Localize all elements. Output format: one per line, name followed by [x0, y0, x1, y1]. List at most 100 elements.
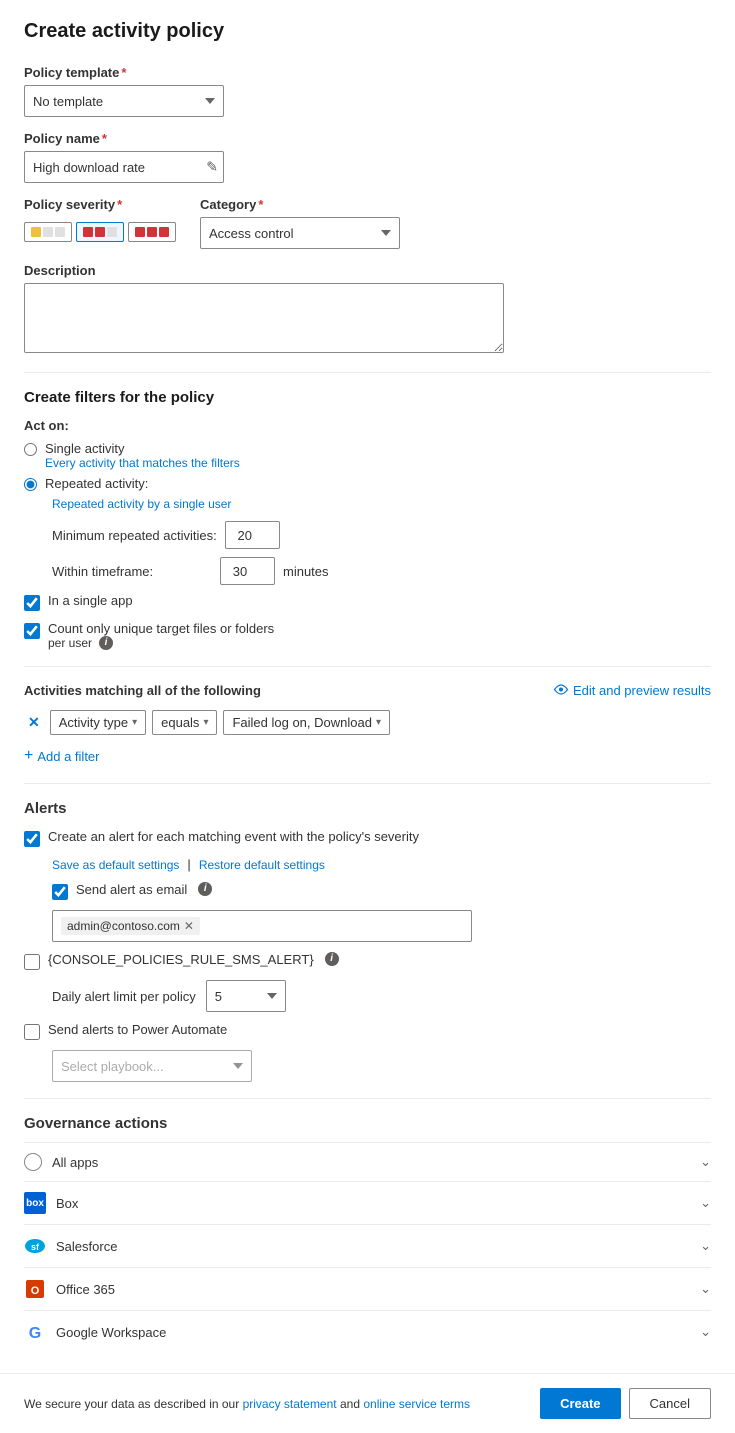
create-button[interactable]: Create [540, 1388, 620, 1419]
within-timeframe-input[interactable] [220, 557, 275, 585]
severity-options [24, 222, 176, 242]
email-value: admin@contoso.com [67, 919, 180, 933]
filters-section-title: Create filters for the policy [24, 389, 711, 406]
activities-filter-header: Activities matching all of the following… [24, 683, 711, 698]
governance-google-left: G Google Workspace [24, 1321, 166, 1343]
single-app-row: In a single app [24, 593, 711, 611]
filter-equals-chip[interactable]: equals ▾ [152, 710, 217, 735]
single-activity-label: Single activity [45, 441, 240, 456]
governance-allapps-left: All apps [24, 1153, 98, 1171]
filter-value-chip[interactable]: Failed log on, Download ▾ [223, 710, 390, 735]
all-apps-chevron: ⌄ [700, 1154, 711, 1170]
act-on-label: Act on: [24, 418, 711, 433]
governance-section: Governance actions All apps ⌄ box Box ⌄ [24, 1115, 711, 1353]
restore-default-button[interactable]: Restore default settings [199, 858, 325, 872]
policy-name-label: Policy name* [24, 131, 711, 146]
power-automate-checkbox[interactable] [24, 1024, 40, 1040]
min-repeated-label: Minimum repeated activities: [52, 528, 217, 543]
within-timeframe-row: Within timeframe: minutes [52, 557, 711, 585]
all-apps-label: All apps [52, 1155, 98, 1170]
send-email-info-icon[interactable]: i [198, 882, 212, 896]
category-select[interactable]: Access control Data loss prevention Thre… [200, 217, 400, 249]
governance-box-left: box Box [24, 1192, 78, 1214]
send-email-label: Send alert as email [76, 882, 187, 897]
email-tag: admin@contoso.com ✕ [61, 917, 200, 935]
email-remove-icon[interactable]: ✕ [184, 919, 194, 933]
privacy-link[interactable]: privacy statement [243, 1397, 337, 1411]
governance-salesforce-left: sf Salesforce [24, 1235, 117, 1257]
add-filter-button[interactable]: + Add a filter [24, 745, 100, 767]
sev-dot-low-2 [43, 227, 53, 237]
daily-limit-row: Daily alert limit per policy 5 1 2 10 20… [52, 980, 711, 1012]
footer-text: We secure your data as described in our … [24, 1397, 470, 1411]
severity-low[interactable] [24, 222, 72, 242]
daily-limit-select[interactable]: 5 1 2 10 20 50 [206, 980, 286, 1012]
cancel-button[interactable]: Cancel [629, 1388, 711, 1419]
google-chevron: ⌄ [700, 1324, 711, 1340]
policy-name-input[interactable] [24, 151, 224, 183]
governance-item-google[interactable]: G Google Workspace ⌄ [24, 1310, 711, 1353]
create-alert-row: Create an alert for each matching event … [24, 829, 711, 847]
min-repeated-input[interactable] [225, 521, 280, 549]
repeated-activity-radio[interactable] [24, 478, 37, 491]
policy-name-wrapper: ✎ [24, 151, 224, 183]
sev-dot-hi-3 [159, 227, 169, 237]
filter-equals-label: equals [161, 715, 199, 730]
sms-checkbox[interactable] [24, 954, 40, 970]
description-label: Description [24, 263, 711, 278]
unique-files-checkbox[interactable] [24, 623, 40, 639]
filter-remove-button[interactable]: ✕ [24, 712, 44, 733]
page-title: Create activity policy [24, 20, 711, 43]
unique-files-sublabel: per user [48, 636, 92, 650]
eye-icon-svg [553, 683, 569, 698]
repeated-sub-section: Repeated activity by a single user Minim… [52, 497, 711, 585]
footer: We secure your data as described in our … [0, 1373, 735, 1433]
single-activity-option: Single activity Every activity that matc… [24, 441, 711, 470]
sms-info-icon[interactable]: i [325, 952, 339, 966]
sms-row: {CONSOLE_POLICIES_RULE_SMS_ALERT} i [24, 952, 711, 970]
description-input[interactable] [24, 283, 504, 353]
filter-type-chevron: ▾ [132, 717, 137, 728]
all-apps-icon [24, 1153, 42, 1171]
send-email-row: Send alert as email i [52, 882, 711, 900]
playbook-select[interactable]: Select playbook... [52, 1050, 252, 1082]
filter-value-label: Failed log on, Download [232, 715, 371, 730]
separator: | [187, 857, 190, 872]
policy-template-select[interactable]: No template [24, 85, 224, 117]
office365-chevron: ⌄ [700, 1281, 711, 1297]
office365-icon: O [24, 1278, 46, 1300]
repeated-activity-desc: Repeated activity by a single user [52, 497, 711, 511]
create-alert-label: Create an alert for each matching event … [48, 829, 419, 844]
filter-type-chip[interactable]: Activity type ▾ [50, 710, 146, 735]
create-alert-checkbox[interactable] [24, 831, 40, 847]
governance-item-box[interactable]: box Box ⌄ [24, 1181, 711, 1224]
single-activity-radio[interactable] [24, 443, 37, 456]
unique-files-label: Count only unique target files or folder… [48, 621, 274, 636]
governance-item-office365[interactable]: O Office 365 ⌄ [24, 1267, 711, 1310]
footer-buttons: Create Cancel [540, 1388, 711, 1419]
sev-dot-med-3 [107, 227, 117, 237]
filter-value-chevron: ▾ [376, 717, 381, 728]
svg-text:G: G [29, 1325, 41, 1342]
severity-high[interactable] [128, 222, 176, 242]
terms-link[interactable]: online service terms [363, 1397, 470, 1411]
governance-item-salesforce[interactable]: sf Salesforce ⌄ [24, 1224, 711, 1267]
unique-files-row: Count only unique target files or folder… [24, 621, 711, 650]
send-email-checkbox[interactable] [52, 884, 68, 900]
alerts-title: Alerts [24, 800, 711, 817]
severity-medium[interactable] [76, 222, 124, 242]
sev-dot-low-1 [31, 227, 41, 237]
repeated-activity-option: Repeated activity: [24, 476, 711, 491]
severity-label: Policy severity* [24, 197, 176, 212]
unique-files-info-icon[interactable]: i [99, 636, 113, 650]
email-input-wrapper[interactable]: admin@contoso.com ✕ [52, 910, 472, 942]
edit-preview-button[interactable]: Edit and preview results [553, 683, 711, 698]
single-app-checkbox[interactable] [24, 595, 40, 611]
sev-dot-low-3 [55, 227, 65, 237]
svg-text:sf: sf [31, 1242, 40, 1252]
min-repeated-row: Minimum repeated activities: [52, 521, 711, 549]
box-label: Box [56, 1196, 78, 1211]
policy-template-label: Policy template* [24, 65, 711, 80]
save-default-button[interactable]: Save as default settings [52, 858, 179, 872]
governance-item-allapps[interactable]: All apps ⌄ [24, 1142, 711, 1181]
